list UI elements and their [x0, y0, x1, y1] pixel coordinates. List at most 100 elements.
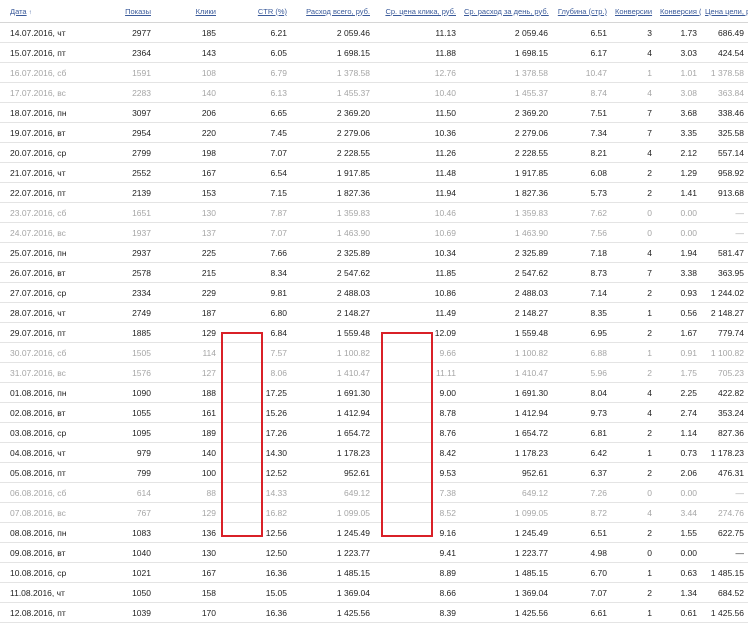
- header-clicks[interactable]: Клики: [155, 0, 220, 23]
- cell-total-cost: 2 547.62: [291, 262, 374, 283]
- cell-ctr: 8.06: [220, 362, 291, 383]
- header-depth[interactable]: Глубина (стр.): [552, 0, 611, 23]
- cell-date: 30.07.2016, сб: [0, 342, 90, 363]
- table-row: 06.08.2016, сб 614 88 14.33 649.12 7.38 649.12…: [0, 482, 748, 503]
- header-avg-daily-cost[interactable]: Ср. расход за день, руб.: [460, 0, 552, 23]
- cell-avg-cpc: 9.53: [374, 462, 460, 483]
- cell-impressions: 2749: [90, 302, 155, 323]
- cell-goal-cost: 686.49: [701, 22, 748, 43]
- cell-ctr: 7.15: [220, 182, 291, 203]
- cell-clicks: 153: [155, 182, 220, 203]
- cell-total-cost: 1 100.82: [291, 342, 374, 363]
- column-header-label: Дата: [10, 6, 27, 16]
- cell-conversions: 2: [611, 282, 656, 303]
- cell-conversions: 4: [611, 82, 656, 103]
- table-row: 31.07.2016, вс 1576 127 8.06 1 410.47 11.11 1 …: [0, 362, 748, 383]
- cell-conversion-rate: 2.12: [656, 142, 701, 163]
- header-avg-cpc[interactable]: Ср. цена клика, руб.: [374, 0, 460, 23]
- cell-conversions: 0: [611, 202, 656, 223]
- cell-impressions: 1040: [90, 542, 155, 563]
- cell-conversion-rate: 3.44: [656, 502, 701, 523]
- cell-conversion-rate: 2.06: [656, 462, 701, 483]
- cell-conversion-rate: 0.91: [656, 342, 701, 363]
- cell-avg-daily-cost: 649.12: [460, 482, 552, 503]
- cell-conversions: 2: [611, 422, 656, 443]
- cell-goal-cost: 1 485.15: [701, 562, 748, 583]
- cell-avg-cpc: 9.00: [374, 382, 460, 403]
- cell-impressions: 1050: [90, 582, 155, 603]
- table-row: 21.07.2016, чт 2552 167 6.54 1 917.85 11.48 1 …: [0, 162, 748, 183]
- cell-total-cost: 1 412.94: [291, 402, 374, 423]
- header-ctr[interactable]: CTR (%): [220, 0, 291, 23]
- cell-conversions: 1: [611, 442, 656, 463]
- cell-total-cost: 649.12: [291, 482, 374, 503]
- cell-avg-cpc: 10.34: [374, 242, 460, 263]
- cell-ctr: 6.05: [220, 42, 291, 63]
- cell-impressions: 1885: [90, 322, 155, 343]
- cell-conversion-rate: 1.34: [656, 582, 701, 603]
- cell-conversion-rate: 3.08: [656, 82, 701, 103]
- cell-date: 27.07.2016, ср: [0, 282, 90, 303]
- cell-date: 02.08.2016, вт: [0, 402, 90, 423]
- cell-total-cost: 1 410.47: [291, 362, 374, 383]
- cell-total-cost: 2 148.27: [291, 302, 374, 323]
- cell-avg-daily-cost: 2 059.46: [460, 22, 552, 43]
- cell-avg-cpc: 9.16: [374, 522, 460, 543]
- cell-conversion-rate: 1.55: [656, 522, 701, 543]
- cell-ctr: 6.84: [220, 322, 291, 343]
- cell-depth: 6.61: [552, 602, 611, 623]
- cell-goal-cost: 1 378.58: [701, 62, 748, 83]
- cell-conversion-rate: 0.61: [656, 602, 701, 623]
- column-header-label: Конверсия (%): [660, 6, 701, 16]
- header-conversion-rate[interactable]: Конверсия (%): [656, 0, 701, 23]
- cell-depth: 6.51: [552, 22, 611, 43]
- cell-conversions: 4: [611, 402, 656, 423]
- cell-date: 06.08.2016, сб: [0, 482, 90, 503]
- cell-avg-daily-cost: 2 279.06: [460, 122, 552, 143]
- cell-conversion-rate: 1.75: [656, 362, 701, 383]
- cell-conversion-rate: 2.25: [656, 382, 701, 403]
- cell-depth: 9.73: [552, 402, 611, 423]
- cell-conversions: 7: [611, 122, 656, 143]
- cell-total-cost: 1 223.77: [291, 542, 374, 563]
- header-total-cost[interactable]: Расход всего, руб.: [291, 0, 374, 23]
- cell-avg-daily-cost: 2 488.03: [460, 282, 552, 303]
- cell-depth: 7.14: [552, 282, 611, 303]
- cell-total-cost: 1 455.37: [291, 82, 374, 103]
- table-row: 25.07.2016, пн 2937 225 7.66 2 325.89 10.34 2 …: [0, 242, 748, 263]
- table-row: 19.07.2016, вт 2954 220 7.45 2 279.06 10.36 2 …: [0, 122, 748, 143]
- cell-total-cost: 2 325.89: [291, 242, 374, 263]
- cell-conversions: 2: [611, 322, 656, 343]
- cell-clicks: 140: [155, 82, 220, 103]
- cell-clicks: 229: [155, 282, 220, 303]
- cell-impressions: 2578: [90, 262, 155, 283]
- header-impressions[interactable]: Показы: [90, 0, 155, 23]
- cell-impressions: 1021: [90, 562, 155, 583]
- cell-conversions: 4: [611, 42, 656, 63]
- header-date[interactable]: Дата ↑: [0, 0, 90, 23]
- cell-total-cost: 1 698.15: [291, 42, 374, 63]
- cell-date: 18.07.2016, пн: [0, 102, 90, 123]
- cell-clicks: 189: [155, 422, 220, 443]
- cell-date: 17.07.2016, вс: [0, 82, 90, 103]
- cell-impressions: 614: [90, 482, 155, 503]
- cell-conversion-rate: 3.38: [656, 262, 701, 283]
- cell-goal-cost: —: [701, 542, 748, 563]
- header-goal-cost[interactable]: Цена цели, руб.: [701, 0, 748, 23]
- header-conversions[interactable]: Конверсии: [611, 0, 656, 23]
- cell-impressions: 3097: [90, 102, 155, 123]
- cell-ctr: 15.26: [220, 402, 291, 423]
- cell-conversions: 2: [611, 462, 656, 483]
- cell-date: 26.07.2016, вт: [0, 262, 90, 283]
- cell-clicks: 88: [155, 482, 220, 503]
- cell-conversion-rate: 0.00: [656, 482, 701, 503]
- cell-goal-cost: 325.58: [701, 122, 748, 143]
- cell-impressions: 2283: [90, 82, 155, 103]
- cell-depth: 8.72: [552, 502, 611, 523]
- column-header-label: Цена цели, руб.: [705, 6, 748, 16]
- cell-conversions: 2: [611, 182, 656, 203]
- cell-impressions: 1651: [90, 202, 155, 223]
- cell-avg-daily-cost: 1 099.05: [460, 502, 552, 523]
- cell-clicks: 225: [155, 242, 220, 263]
- cell-clicks: 188: [155, 382, 220, 403]
